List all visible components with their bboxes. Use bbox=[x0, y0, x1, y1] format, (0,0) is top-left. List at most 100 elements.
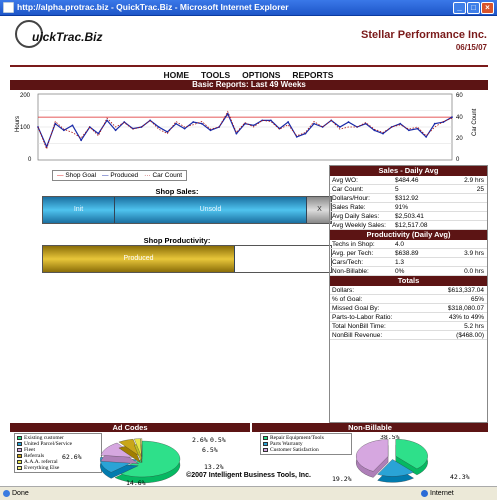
pie-label: 0.5% bbox=[210, 436, 226, 444]
y-tick-right: 40 bbox=[456, 115, 463, 121]
data-point bbox=[425, 136, 428, 138]
nav-tools[interactable]: TOOLS bbox=[201, 70, 230, 80]
data-point bbox=[407, 129, 410, 132]
stat-unit: 2.9 hrs bbox=[464, 177, 484, 184]
stat-label: Techs in Shop: bbox=[332, 241, 375, 248]
legend-swatch bbox=[17, 442, 22, 446]
shop-productivity-bar: Produced bbox=[42, 245, 332, 273]
maximize-button[interactable]: □ bbox=[467, 2, 480, 14]
shop-productivity-title: Shop Productivity: bbox=[143, 236, 211, 245]
pie-label: 2.6% bbox=[192, 436, 208, 444]
data-point bbox=[71, 124, 74, 127]
stat-label: NonBill Revenue: bbox=[332, 332, 383, 339]
data-point bbox=[54, 122, 57, 125]
sales-seg-init: Init bbox=[43, 197, 115, 223]
stat-value: $2,503.41 bbox=[395, 213, 424, 220]
data-point bbox=[269, 119, 272, 122]
stat-label: Parts-to-Labor Ratio: bbox=[332, 314, 393, 321]
legend-label: Everything Else bbox=[24, 465, 60, 471]
totals-header: Totals bbox=[330, 276, 487, 286]
sales-seg-unsold: Unsold bbox=[115, 197, 307, 223]
window-titlebar: http://alpha.protrac.biz - QuickTrac.Biz… bbox=[0, 0, 497, 16]
nav-reports[interactable]: REPORTS bbox=[292, 70, 333, 80]
page-content: uickTrac.Biz Stellar Performance Inc. 06… bbox=[2, 17, 495, 487]
main-nav: HOME TOOLS OPTIONS REPORTS bbox=[2, 70, 495, 80]
ad-codes-header: Ad Codes bbox=[10, 423, 250, 432]
data-point bbox=[313, 122, 315, 125]
legend-swatch bbox=[17, 448, 22, 452]
sales-daily-header: Sales - Daily Avg bbox=[330, 166, 487, 176]
stat-value: $12,517.08 bbox=[395, 222, 428, 229]
data-point bbox=[347, 121, 350, 123]
stat-value: 5.2 hrs bbox=[464, 323, 484, 330]
data-point bbox=[200, 122, 203, 125]
data-point bbox=[62, 129, 65, 132]
nav-home[interactable]: HOME bbox=[164, 70, 190, 80]
non-billable-header: Non-Billable bbox=[252, 423, 488, 432]
legend-swatch bbox=[263, 448, 268, 452]
stat-label: Cars/Tech: bbox=[332, 259, 364, 266]
data-point bbox=[157, 126, 160, 128]
stat-row: Avg. per Tech: $638.89 3.9 hrs bbox=[330, 249, 487, 258]
security-zone: Internet bbox=[430, 490, 454, 497]
header-divider bbox=[10, 65, 488, 67]
stat-row: Sales Rate: 91% bbox=[330, 203, 487, 212]
legend-swatch bbox=[17, 436, 22, 440]
stat-row: Techs in Shop: 4.0 bbox=[330, 240, 487, 249]
y-axis-right-label: Car Count bbox=[472, 108, 478, 136]
quicktrac-logo[interactable]: uickTrac.Biz bbox=[15, 20, 155, 54]
stat-value: $312.92 bbox=[395, 195, 419, 202]
data-point bbox=[382, 132, 384, 135]
stat-value: 91% bbox=[395, 204, 409, 211]
weekly-line-chart: Hours Car Count 200 100 0 60 40 20 0 bbox=[15, 93, 478, 163]
stat-label: Avg Weekly Sales: bbox=[332, 222, 386, 229]
stat-row: Total NonBill Time: 5.2 hrs bbox=[330, 322, 487, 331]
minimize-button[interactable]: _ bbox=[453, 2, 466, 14]
productivity-seg-produced: Produced bbox=[43, 246, 235, 272]
nav-options[interactable]: OPTIONS bbox=[242, 70, 280, 80]
internet-zone-icon bbox=[421, 490, 428, 497]
non-billable-pie: 38.5%19.2% 42.3% bbox=[332, 435, 470, 483]
stat-value: $318,080.07 bbox=[447, 305, 484, 312]
stat-value: 1.3 bbox=[395, 259, 405, 266]
stat-row: Avg WO: $484.46 2.9 hrs bbox=[330, 176, 487, 185]
close-button[interactable]: × bbox=[481, 2, 494, 14]
data-point bbox=[252, 124, 255, 127]
stat-row: % of Goal: 65% bbox=[330, 295, 487, 304]
data-point bbox=[114, 129, 117, 132]
legend-swatch bbox=[17, 466, 22, 470]
status-text: Done bbox=[12, 490, 29, 497]
stat-label: Total NonBill Time: bbox=[332, 323, 386, 330]
stat-value: ($468.00) bbox=[456, 332, 484, 339]
stat-label: Dollars/Hour: bbox=[332, 195, 370, 202]
shop-sales-title: Shop Sales: bbox=[155, 187, 199, 196]
company-name: Stellar Performance Inc. bbox=[361, 29, 487, 41]
pie-label: 6.5% bbox=[202, 446, 218, 454]
stat-label: Sales Rate: bbox=[332, 204, 366, 211]
stat-row: Dollars/Hour: $312.92 bbox=[330, 194, 487, 203]
y-tick-left: 200 bbox=[20, 93, 31, 99]
data-point bbox=[106, 119, 108, 122]
shop-sales-bar: Init Unsold X bbox=[42, 196, 332, 224]
data-point bbox=[295, 136, 298, 138]
y-tick-right: 20 bbox=[456, 136, 463, 142]
stat-value: 65% bbox=[470, 296, 484, 303]
status-bar: Done Internet bbox=[0, 486, 497, 500]
stat-label: Avg. per Tech: bbox=[332, 250, 374, 257]
stats-panel: Sales - Daily Avg Avg WO: $484.46 2.9 hrs C… bbox=[329, 165, 488, 423]
stat-label: Car Count: bbox=[332, 186, 364, 193]
stat-row: Cars/Tech: 1.3 bbox=[330, 258, 487, 267]
data-point bbox=[433, 122, 436, 125]
stat-value: 5 bbox=[395, 186, 399, 193]
stat-row: Dollars: $613,337.04 bbox=[330, 286, 487, 295]
data-point bbox=[235, 132, 238, 135]
stat-value: 43% to 49% bbox=[448, 314, 484, 321]
legend-label: Customer Satisfaction bbox=[270, 447, 319, 453]
report-title: Basic Reports: Last 49 Weeks bbox=[10, 80, 488, 90]
report-date: 06/15/07 bbox=[455, 43, 487, 52]
y-tick-right: 60 bbox=[456, 93, 463, 99]
pie-label: 13.2% bbox=[204, 463, 224, 471]
stat-unit: 3.9 hrs bbox=[464, 250, 484, 257]
stat-label: Non-Billable: bbox=[332, 268, 369, 275]
data-point bbox=[399, 122, 402, 125]
